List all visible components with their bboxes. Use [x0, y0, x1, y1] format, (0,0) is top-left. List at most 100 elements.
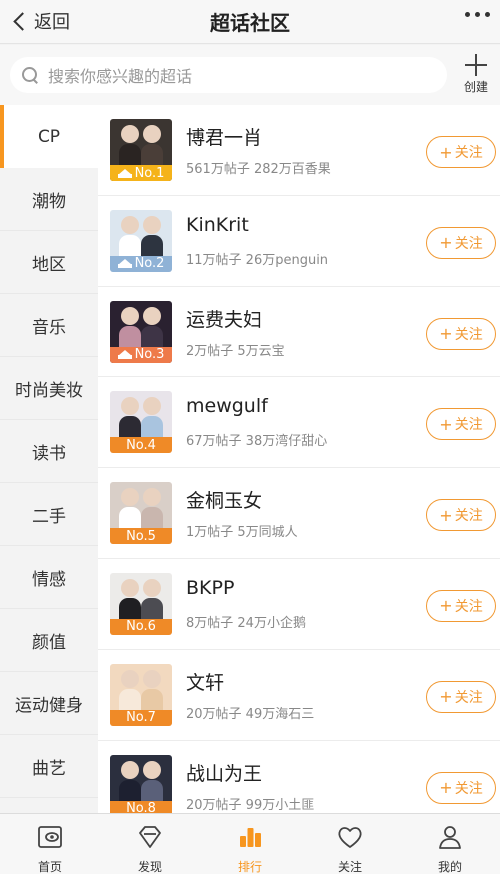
sidebar-item[interactable]: 情感	[0, 546, 98, 609]
rank-label: No.1	[134, 165, 165, 181]
create-button[interactable]: 创建	[456, 51, 496, 101]
crown-icon	[117, 168, 132, 178]
sidebar-item[interactable]: CP	[0, 105, 98, 168]
profile-icon	[435, 822, 465, 856]
tab-ranking-bars[interactable]: 排行	[200, 814, 300, 874]
follow-label: 关注	[454, 689, 483, 706]
more-options-icon[interactable]	[465, 12, 490, 17]
search-input[interactable]: 搜索你感兴趣的超话	[10, 57, 447, 93]
follow-button[interactable]: + 关注	[426, 136, 496, 168]
topic-stats: 8万帖子 24万小企鹅	[186, 615, 306, 631]
topic-name: 博君一肖	[186, 127, 263, 149]
follow-button[interactable]: + 关注	[426, 680, 496, 713]
topic-name: 金桐玉女	[186, 490, 263, 513]
list-item[interactable]: No.5 金桐玉女 1万帖子 5万同城人 + 关注	[98, 468, 500, 559]
plus-icon: +	[439, 324, 453, 344]
search-icon	[22, 67, 38, 83]
follow-label: 关注	[454, 145, 483, 161]
topic-thumbnail: No.6	[110, 572, 172, 635]
topic-name: mewgulf	[186, 395, 268, 418]
rank-label: No.3	[134, 347, 165, 363]
topic-thumbnail: No.4	[110, 391, 172, 454]
rank-badge: No.7	[110, 709, 172, 726]
topic-stats: 11万帖子 26万penguin	[186, 252, 329, 268]
topic-name: KinKrit	[186, 213, 249, 236]
heart-icon	[335, 822, 365, 856]
rank-label: No.5	[126, 528, 156, 544]
rank-label: No.8	[126, 801, 156, 813]
tab-home-eye[interactable]: 首页	[0, 814, 100, 874]
crown-icon	[117, 259, 132, 269]
sidebar-item[interactable]: 运动健身	[0, 672, 98, 735]
follow-label: 关注	[454, 598, 483, 615]
follow-label: 关注	[454, 235, 483, 252]
list-item[interactable]: No.8 战山为王 20万帖子 99万小土匪 + 关注	[98, 741, 500, 813]
sidebar-item[interactable]: 曲艺	[0, 735, 98, 798]
bottom-tab-bar: 首页 发现 排行 关注 我的	[0, 813, 500, 874]
follow-label: 关注	[454, 508, 483, 525]
topic-thumbnail: No.7	[110, 663, 172, 726]
follow-button[interactable]: + 关注	[426, 226, 496, 259]
plus-icon: +	[439, 142, 453, 162]
tab-discover-diamond[interactable]: 发现	[100, 814, 200, 874]
follow-label: 关注	[454, 417, 483, 434]
rank-label: No.2	[134, 256, 165, 272]
list-item[interactable]: No.2 KinKrit 11万帖子 26万penguin + 关注	[98, 196, 500, 287]
search-placeholder: 搜索你感兴趣的超话	[48, 67, 193, 86]
sidebar-item[interactable]: 地区	[0, 231, 98, 294]
sidebar-item[interactable]: 读书	[0, 420, 98, 483]
create-label: 创建	[463, 80, 488, 94]
rank-badge: No.5	[110, 528, 172, 545]
home-eye-icon	[35, 822, 65, 856]
topic-thumbnail: No.2	[110, 209, 172, 272]
topic-stats: 67万帖子 38万湾仔甜心	[186, 434, 328, 450]
follow-button[interactable]: + 关注	[426, 499, 496, 532]
sidebar-item[interactable]: 二手	[0, 483, 98, 546]
rank-badge: No.4	[110, 437, 172, 454]
rank-label: No.4	[126, 437, 156, 453]
ranking-list: No.1 博君一肖 561万帖子 282万百香果 + 关注 No.2 KinKrit 11万帖…	[98, 105, 500, 813]
crown-icon	[117, 350, 132, 360]
plus-icon: +	[439, 414, 453, 434]
list-item[interactable]: No.1 博君一肖 561万帖子 282万百香果 + 关注	[98, 105, 500, 196]
list-item[interactable]: No.6 BKPP 8万帖子 24万小企鹅 + 关注	[98, 559, 500, 650]
follow-button[interactable]: + 关注	[426, 317, 496, 350]
follow-button[interactable]: + 关注	[426, 589, 496, 622]
topic-name: 文轩	[186, 671, 225, 694]
plus-icon: +	[439, 233, 453, 253]
sidebar-item[interactable]: 颜值	[0, 609, 98, 672]
rank-badge: No.2	[110, 255, 172, 272]
follow-button[interactable]: + 关注	[426, 771, 496, 804]
plus-icon: +	[439, 596, 453, 616]
follow-label: 关注	[454, 780, 483, 797]
topic-stats: 1万帖子 5万同城人	[186, 525, 298, 541]
topic-name: 运费夫妇	[186, 308, 263, 331]
rank-badge: No.1	[110, 165, 172, 181]
topic-thumbnail: No.3	[110, 300, 172, 363]
sidebar-item[interactable]: 时尚美妆	[0, 357, 98, 420]
category-sidebar: CP 潮物 地区 音乐 时尚美妆 读书 二手 情感 颜值 运动健身 曲艺	[0, 105, 98, 813]
search-row: 搜索你感兴趣的超话 创建	[0, 45, 500, 105]
rank-badge: No.6	[110, 618, 172, 635]
list-item[interactable]: No.4 mewgulf 67万帖子 38万湾仔甜心 + 关注	[98, 377, 500, 469]
tab-profile[interactable]: 我的	[400, 814, 500, 874]
sidebar-item[interactable]: 音乐	[0, 294, 98, 357]
tab-label: 首页	[37, 860, 62, 874]
follow-button[interactable]: + 关注	[426, 408, 496, 441]
list-item[interactable]: No.7 文轩 20万帖子 49万海石三 + 关注	[98, 650, 500, 741]
plus-icon: +	[439, 778, 453, 798]
topic-stats: 20万帖子 49万海石三	[186, 706, 315, 722]
page-title: 超话社区	[210, 11, 290, 35]
sidebar-item[interactable]: 潮物	[0, 168, 98, 231]
ranking-bars-icon	[235, 822, 265, 856]
tab-label: 我的	[437, 860, 462, 874]
list-item[interactable]: No.3 运费夫妇 2万帖子 5万云宝 + 关注	[98, 287, 500, 378]
plus-icon: +	[439, 505, 453, 525]
tab-heart[interactable]: 关注	[300, 814, 400, 874]
rank-badge: No.3	[110, 346, 172, 363]
rank-label: No.6	[126, 619, 156, 635]
discover-diamond-icon	[135, 822, 165, 856]
topic-thumbnail: No.8	[110, 754, 172, 813]
topic-thumbnail: No.5	[110, 482, 172, 545]
tab-label: 发现	[137, 860, 162, 874]
